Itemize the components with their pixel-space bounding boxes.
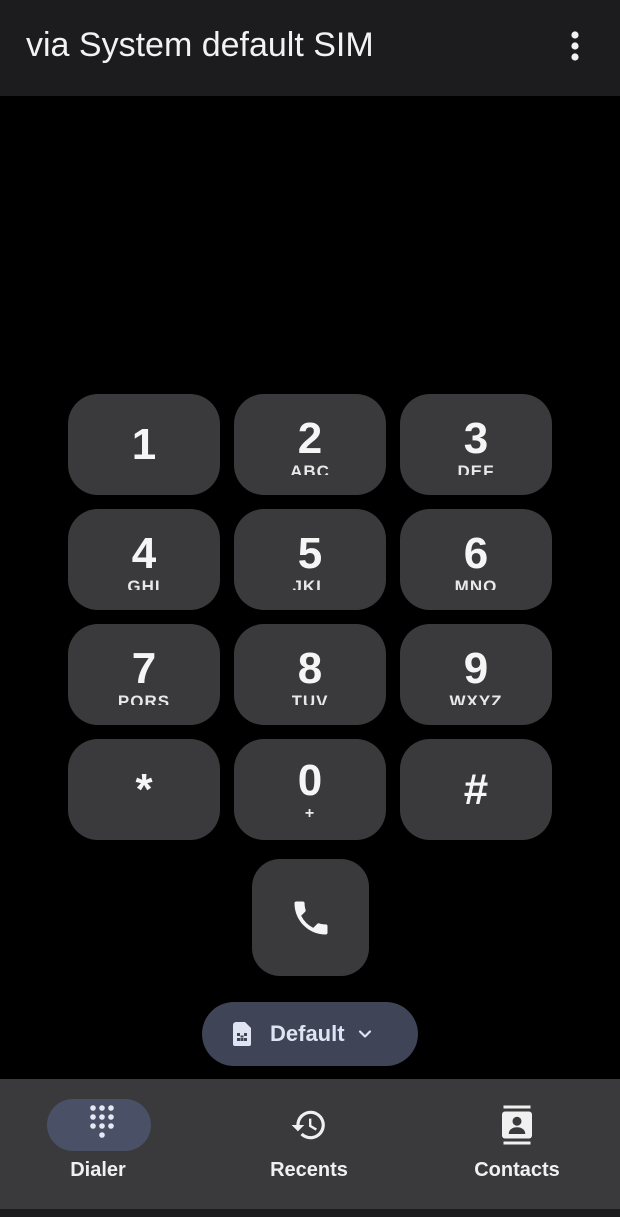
nav-item-dialer[interactable]: Dialer [0, 1079, 206, 1209]
nav-item-recents[interactable]: Recents [206, 1079, 412, 1209]
key-letters: PQRS [117, 692, 171, 705]
key-letters: TUV [291, 692, 329, 705]
key-7[interactable]: 7 PQRS [68, 624, 220, 725]
top-app-bar: via System default SIM [0, 0, 620, 96]
key-digit: 0 [297, 755, 323, 805]
phone-icon [294, 901, 327, 934]
key-letters: MNO [454, 577, 498, 590]
sim-selector[interactable]: Default [202, 1002, 418, 1066]
dialpad-icon [90, 1105, 114, 1138]
more-vert-icon [571, 31, 579, 61]
key-digit: 6 [463, 528, 489, 578]
more-options-button[interactable] [555, 26, 595, 66]
contacts-icon [502, 1105, 532, 1145]
key-letters: DEF [457, 462, 495, 475]
key-digit: 8 [297, 643, 323, 693]
key-4[interactable]: 4 GHI [68, 509, 220, 610]
key-digit: * [135, 764, 153, 814]
chevron-down-icon [358, 1030, 371, 1038]
system-nav-strip [0, 1209, 620, 1217]
key-digit: 7 [131, 643, 157, 693]
key-digit: # [463, 764, 489, 814]
sim-card-icon [233, 1022, 251, 1046]
call-button[interactable] [252, 859, 369, 976]
key-letters: + [304, 804, 316, 822]
key-digit: 5 [297, 528, 323, 578]
key-9[interactable]: 9 WXYZ [400, 624, 552, 725]
key-digit: 2 [297, 413, 323, 463]
key-letters: WXYZ [449, 692, 503, 705]
key-digit: 1 [131, 419, 157, 469]
page-title: via System default SIM [26, 26, 374, 64]
history-icon [291, 1110, 325, 1140]
key-hash[interactable]: # [400, 739, 552, 840]
key-letters: JKL [292, 577, 328, 590]
key-digit: 9 [463, 643, 489, 693]
nav-label: Dialer [70, 1159, 126, 1181]
nav-label: Contacts [474, 1159, 560, 1181]
bottom-navigation: Dialer Recents Contacts [0, 1079, 620, 1209]
key-5[interactable]: 5 JKL [234, 509, 386, 610]
key-8[interactable]: 8 TUV [234, 624, 386, 725]
key-0[interactable]: 0 + [234, 739, 386, 840]
key-digit: 4 [131, 528, 157, 578]
key-letters: ABC [290, 462, 330, 475]
key-3[interactable]: 3 DEF [400, 394, 552, 495]
key-1[interactable]: 1 [68, 394, 220, 495]
key-letters: GHI [127, 577, 161, 590]
key-digit: 3 [463, 413, 489, 463]
nav-item-contacts[interactable]: Contacts [414, 1079, 620, 1209]
nav-label: Recents [270, 1159, 348, 1181]
sim-selector-label: Default [270, 1021, 345, 1046]
key-star[interactable]: * [68, 739, 220, 840]
key-2[interactable]: 2 ABC [234, 394, 386, 495]
key-6[interactable]: 6 MNO [400, 509, 552, 610]
